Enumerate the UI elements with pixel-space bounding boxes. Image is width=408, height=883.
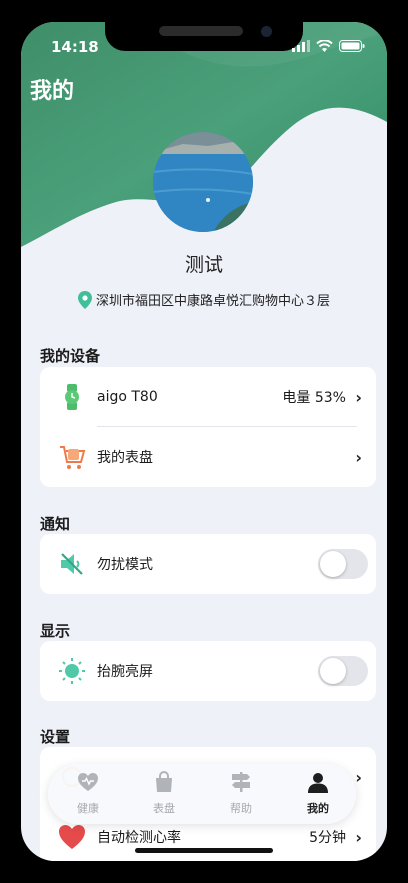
- watch-face-cart-icon: [60, 446, 86, 469]
- location-text: 深圳市福田区中康路卓悦汇购物中心３层: [95, 294, 330, 309]
- devices-card: aigo T80 电量 53% › 我的表盘 ›: [40, 367, 376, 487]
- chevron-right-icon: ›: [355, 387, 362, 407]
- signal-icon: [292, 40, 310, 52]
- do-not-disturb-row: 勿扰模式: [40, 534, 376, 594]
- raise-to-wake-label: 抬腕亮屏: [97, 664, 153, 680]
- device-row[interactable]: aigo T80 电量 53% ›: [40, 367, 376, 427]
- tab-mine-label: 我的: [307, 802, 329, 815]
- device-name: aigo T80: [97, 389, 158, 405]
- mute-icon: [61, 553, 83, 575]
- tab-help-label: 帮助: [230, 802, 252, 815]
- do-not-disturb-toggle[interactable]: [318, 549, 368, 579]
- watch-faces-label: 我的表盘: [97, 450, 153, 466]
- chevron-right-icon: ›: [355, 447, 362, 467]
- toggle-knob: [320, 551, 346, 577]
- battery-icon: [339, 40, 365, 52]
- tab-watch-faces-label: 表盘: [153, 802, 175, 815]
- tab-help[interactable]: 帮助: [211, 770, 271, 818]
- chevron-right-icon: ›: [355, 767, 362, 787]
- speaker: [159, 26, 243, 36]
- notch: [105, 22, 303, 51]
- watch-icon: [65, 384, 79, 410]
- user-name: 测试: [184, 254, 223, 276]
- signpost-tab-icon: [232, 772, 250, 792]
- sun-icon: [59, 658, 85, 684]
- section-title-display: 显示: [40, 622, 71, 640]
- heart-rate-label: 自动检测心率: [97, 830, 181, 846]
- status-icons: [292, 40, 365, 52]
- chevron-right-icon: ›: [355, 827, 362, 847]
- bag-tab-icon: [156, 771, 172, 792]
- notifications-card: 勿扰模式: [40, 534, 376, 594]
- heart-rate-interval: 5分钟: [309, 830, 346, 846]
- heart-icon: [59, 825, 85, 849]
- tab-bar: 健康 表盘 帮助 我的: [48, 764, 356, 824]
- avatar[interactable]: [153, 132, 253, 232]
- wifi-icon: [316, 40, 333, 52]
- user-tab-icon: [308, 773, 328, 793]
- location-row: 深圳市福田区中康路卓悦汇购物中心３层: [21, 290, 387, 309]
- phone-frame: 14:18 我的 测试 深圳市福田区中康路卓悦汇购物中心３层 我的设备 aigo…: [0, 0, 408, 883]
- tab-mine[interactable]: 我的: [288, 770, 348, 818]
- page-title: 我的: [30, 79, 75, 104]
- avatar-photo: [153, 132, 253, 232]
- battery-level: 电量 53%: [282, 390, 346, 406]
- location-pin-icon: [77, 290, 92, 309]
- section-title-notifications: 通知: [40, 515, 71, 533]
- status-time: 14:18: [51, 38, 99, 56]
- camera: [261, 26, 272, 37]
- raise-to-wake-row: 抬腕亮屏: [40, 641, 376, 701]
- tab-health[interactable]: 健康: [58, 770, 118, 818]
- heart-tab-icon: [78, 773, 98, 791]
- watch-faces-row[interactable]: 我的表盘 ›: [40, 427, 376, 487]
- section-title-settings: 设置: [40, 728, 71, 746]
- home-indicator[interactable]: [135, 848, 273, 853]
- do-not-disturb-label: 勿扰模式: [97, 557, 153, 573]
- section-title-devices: 我的设备: [40, 347, 101, 365]
- toggle-knob: [320, 658, 346, 684]
- tab-health-label: 健康: [77, 802, 99, 815]
- raise-to-wake-toggle[interactable]: [318, 656, 368, 686]
- tab-watch-faces[interactable]: 表盘: [134, 770, 194, 818]
- screen: 14:18 我的 测试 深圳市福田区中康路卓悦汇购物中心３层 我的设备 aigo…: [21, 22, 387, 861]
- display-card: 抬腕亮屏: [40, 641, 376, 701]
